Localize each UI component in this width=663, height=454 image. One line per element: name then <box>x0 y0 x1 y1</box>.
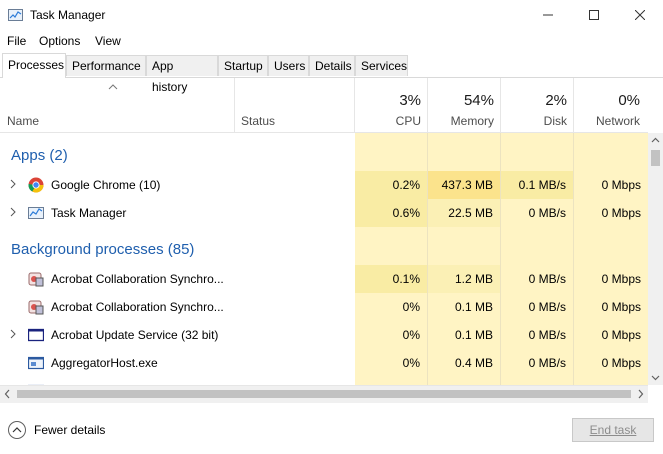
acrobat-sync-icon <box>28 272 44 287</box>
task-manager-app-icon <box>8 9 23 21</box>
cpu-total-percent: 3% <box>399 92 421 109</box>
process-name: Acrobat Collaboration Synchro... <box>51 272 224 286</box>
end-task-button[interactable]: End task <box>572 418 654 442</box>
close-button[interactable] <box>617 0 663 30</box>
scroll-right-arrow-icon[interactable] <box>633 386 648 402</box>
group-header-apps[interactable]: Apps (2) <box>0 141 648 169</box>
disk-cell: 0 MB/s <box>501 265 573 293</box>
service-window-icon <box>28 328 44 342</box>
column-memory[interactable]: Memory <box>428 114 494 128</box>
cpu-cell: 0% <box>402 300 420 314</box>
network-total-percent: 0% <box>618 92 640 109</box>
disk-cell: 0 MB/s <box>528 328 566 342</box>
app-window-icon <box>28 356 44 370</box>
cpu-cell: 0% <box>402 328 420 342</box>
table-row[interactable]: Acrobat Collaboration Synchro... 0.1% 1.… <box>0 265 648 293</box>
expand-chevron-icon[interactable] <box>8 207 18 217</box>
disk-cell: 0 MB/s <box>528 356 566 370</box>
cpu-cell: 0.2% <box>355 171 427 199</box>
table-row[interactable]: Google Chrome (10) 0.2% 437.3 MB 0.1 MB/… <box>0 171 648 199</box>
tab-strip: Processes Performance App history Startu… <box>0 53 663 94</box>
network-cell: 0 Mbps <box>601 356 641 370</box>
cpu-cell: 0.1% <box>355 265 427 293</box>
chevron-up-icon <box>12 427 22 433</box>
acrobat-sync-icon <box>28 300 44 315</box>
network-cell: 0 Mbps <box>574 171 648 199</box>
process-name: Acrobat Collaboration Synchro... <box>51 300 224 314</box>
memory-cell: 1.2 MB <box>428 265 500 293</box>
network-cell: 0 Mbps <box>574 199 648 227</box>
column-network[interactable]: Network <box>574 114 640 128</box>
process-name: Task Manager <box>51 206 127 220</box>
horizontal-scrollbar[interactable] <box>0 385 648 403</box>
network-cell: 0 Mbps <box>601 328 641 342</box>
process-list: Apps (2) Google Chrome (10) 0.2% 437.3 M… <box>0 133 648 385</box>
cpu-cell: 0% <box>402 356 420 370</box>
process-name: Google Chrome (10) <box>51 178 161 192</box>
minimize-button[interactable] <box>525 0 571 30</box>
disk-cell: 0 MB/s <box>501 199 573 227</box>
menu-view[interactable]: View <box>95 34 121 48</box>
network-cell: 0 Mbps <box>574 265 648 293</box>
group-header-background[interactable]: Background processes (85) <box>0 235 648 263</box>
footer: Fewer details End task <box>0 403 663 454</box>
fewer-details-button[interactable] <box>8 421 26 439</box>
table-row[interactable]: Acrobat Collaboration Synchro... 0% 0.1 … <box>0 293 648 321</box>
disk-total-percent: 2% <box>545 92 567 109</box>
tab-users[interactable]: Users <box>268 55 309 76</box>
column-divider[interactable] <box>234 78 235 132</box>
disk-cell: 0.1 MB/s <box>501 171 573 199</box>
memory-cell: 0.1 MB <box>454 328 493 342</box>
column-cpu[interactable]: CPU <box>355 114 421 128</box>
vertical-scrollbar[interactable] <box>648 133 663 385</box>
memory-cell: 437.3 MB <box>428 171 500 199</box>
tab-startup[interactable]: Startup <box>218 55 268 76</box>
column-header: Name Status 3% CPU 54% Memory 2% Disk 0%… <box>0 78 648 133</box>
expand-chevron-icon[interactable] <box>8 179 18 189</box>
tab-services[interactable]: Services <box>355 55 408 76</box>
tab-details[interactable]: Details <box>309 55 355 76</box>
group-title: Background processes (85) <box>11 241 195 258</box>
cpu-cell: 0.6% <box>355 199 427 227</box>
horizontal-scroll-thumb[interactable] <box>17 390 631 398</box>
memory-total-percent: 54% <box>463 92 494 109</box>
menu-bar: File Options View <box>0 30 663 52</box>
scroll-up-arrow-icon[interactable] <box>648 133 663 148</box>
menu-file[interactable]: File <box>7 34 26 48</box>
minimize-icon <box>543 14 553 16</box>
table-row-partial[interactable] <box>0 377 648 385</box>
title-bar: Task Manager <box>0 0 663 30</box>
column-name[interactable]: Name <box>7 114 39 128</box>
fewer-details-link[interactable]: Fewer details <box>34 423 105 437</box>
chrome-icon <box>28 177 44 193</box>
close-icon <box>635 10 645 20</box>
maximize-button[interactable] <box>571 0 617 30</box>
table-row[interactable]: Acrobat Update Service (32 bit) 0% 0.1 M… <box>0 321 648 349</box>
table-row[interactable]: AggregatorHost.exe 0% 0.4 MB 0 MB/s 0 Mb… <box>0 349 648 377</box>
process-name: Acrobat Update Service (32 bit) <box>51 328 219 342</box>
menu-options[interactable]: Options <box>39 34 80 48</box>
tab-app-history[interactable]: App history <box>146 55 218 94</box>
scroll-down-arrow-icon[interactable] <box>648 370 663 385</box>
tab-processes[interactable]: Processes <box>2 53 66 78</box>
expand-chevron-icon[interactable] <box>8 329 18 339</box>
process-name: AggregatorHost.exe <box>51 356 158 370</box>
memory-cell: 0.1 MB <box>454 300 493 314</box>
sort-up-chevron-icon[interactable] <box>108 84 118 90</box>
column-status[interactable]: Status <box>241 114 275 128</box>
task-manager-icon <box>28 207 44 219</box>
memory-cell: 0.4 MB <box>454 356 493 370</box>
scroll-left-arrow-icon[interactable] <box>0 386 15 402</box>
vertical-scroll-thumb[interactable] <box>651 150 660 166</box>
window-title: Task Manager <box>30 8 106 22</box>
maximize-icon <box>589 10 599 20</box>
table-row[interactable]: Task Manager 0.6% 22.5 MB 0 MB/s 0 Mbps <box>0 199 648 227</box>
column-disk[interactable]: Disk <box>501 114 567 128</box>
group-title: Apps (2) <box>11 147 68 164</box>
tab-performance[interactable]: Performance <box>66 55 146 76</box>
network-cell: 0 Mbps <box>601 300 641 314</box>
memory-cell: 22.5 MB <box>428 199 500 227</box>
disk-cell: 0 MB/s <box>528 300 566 314</box>
